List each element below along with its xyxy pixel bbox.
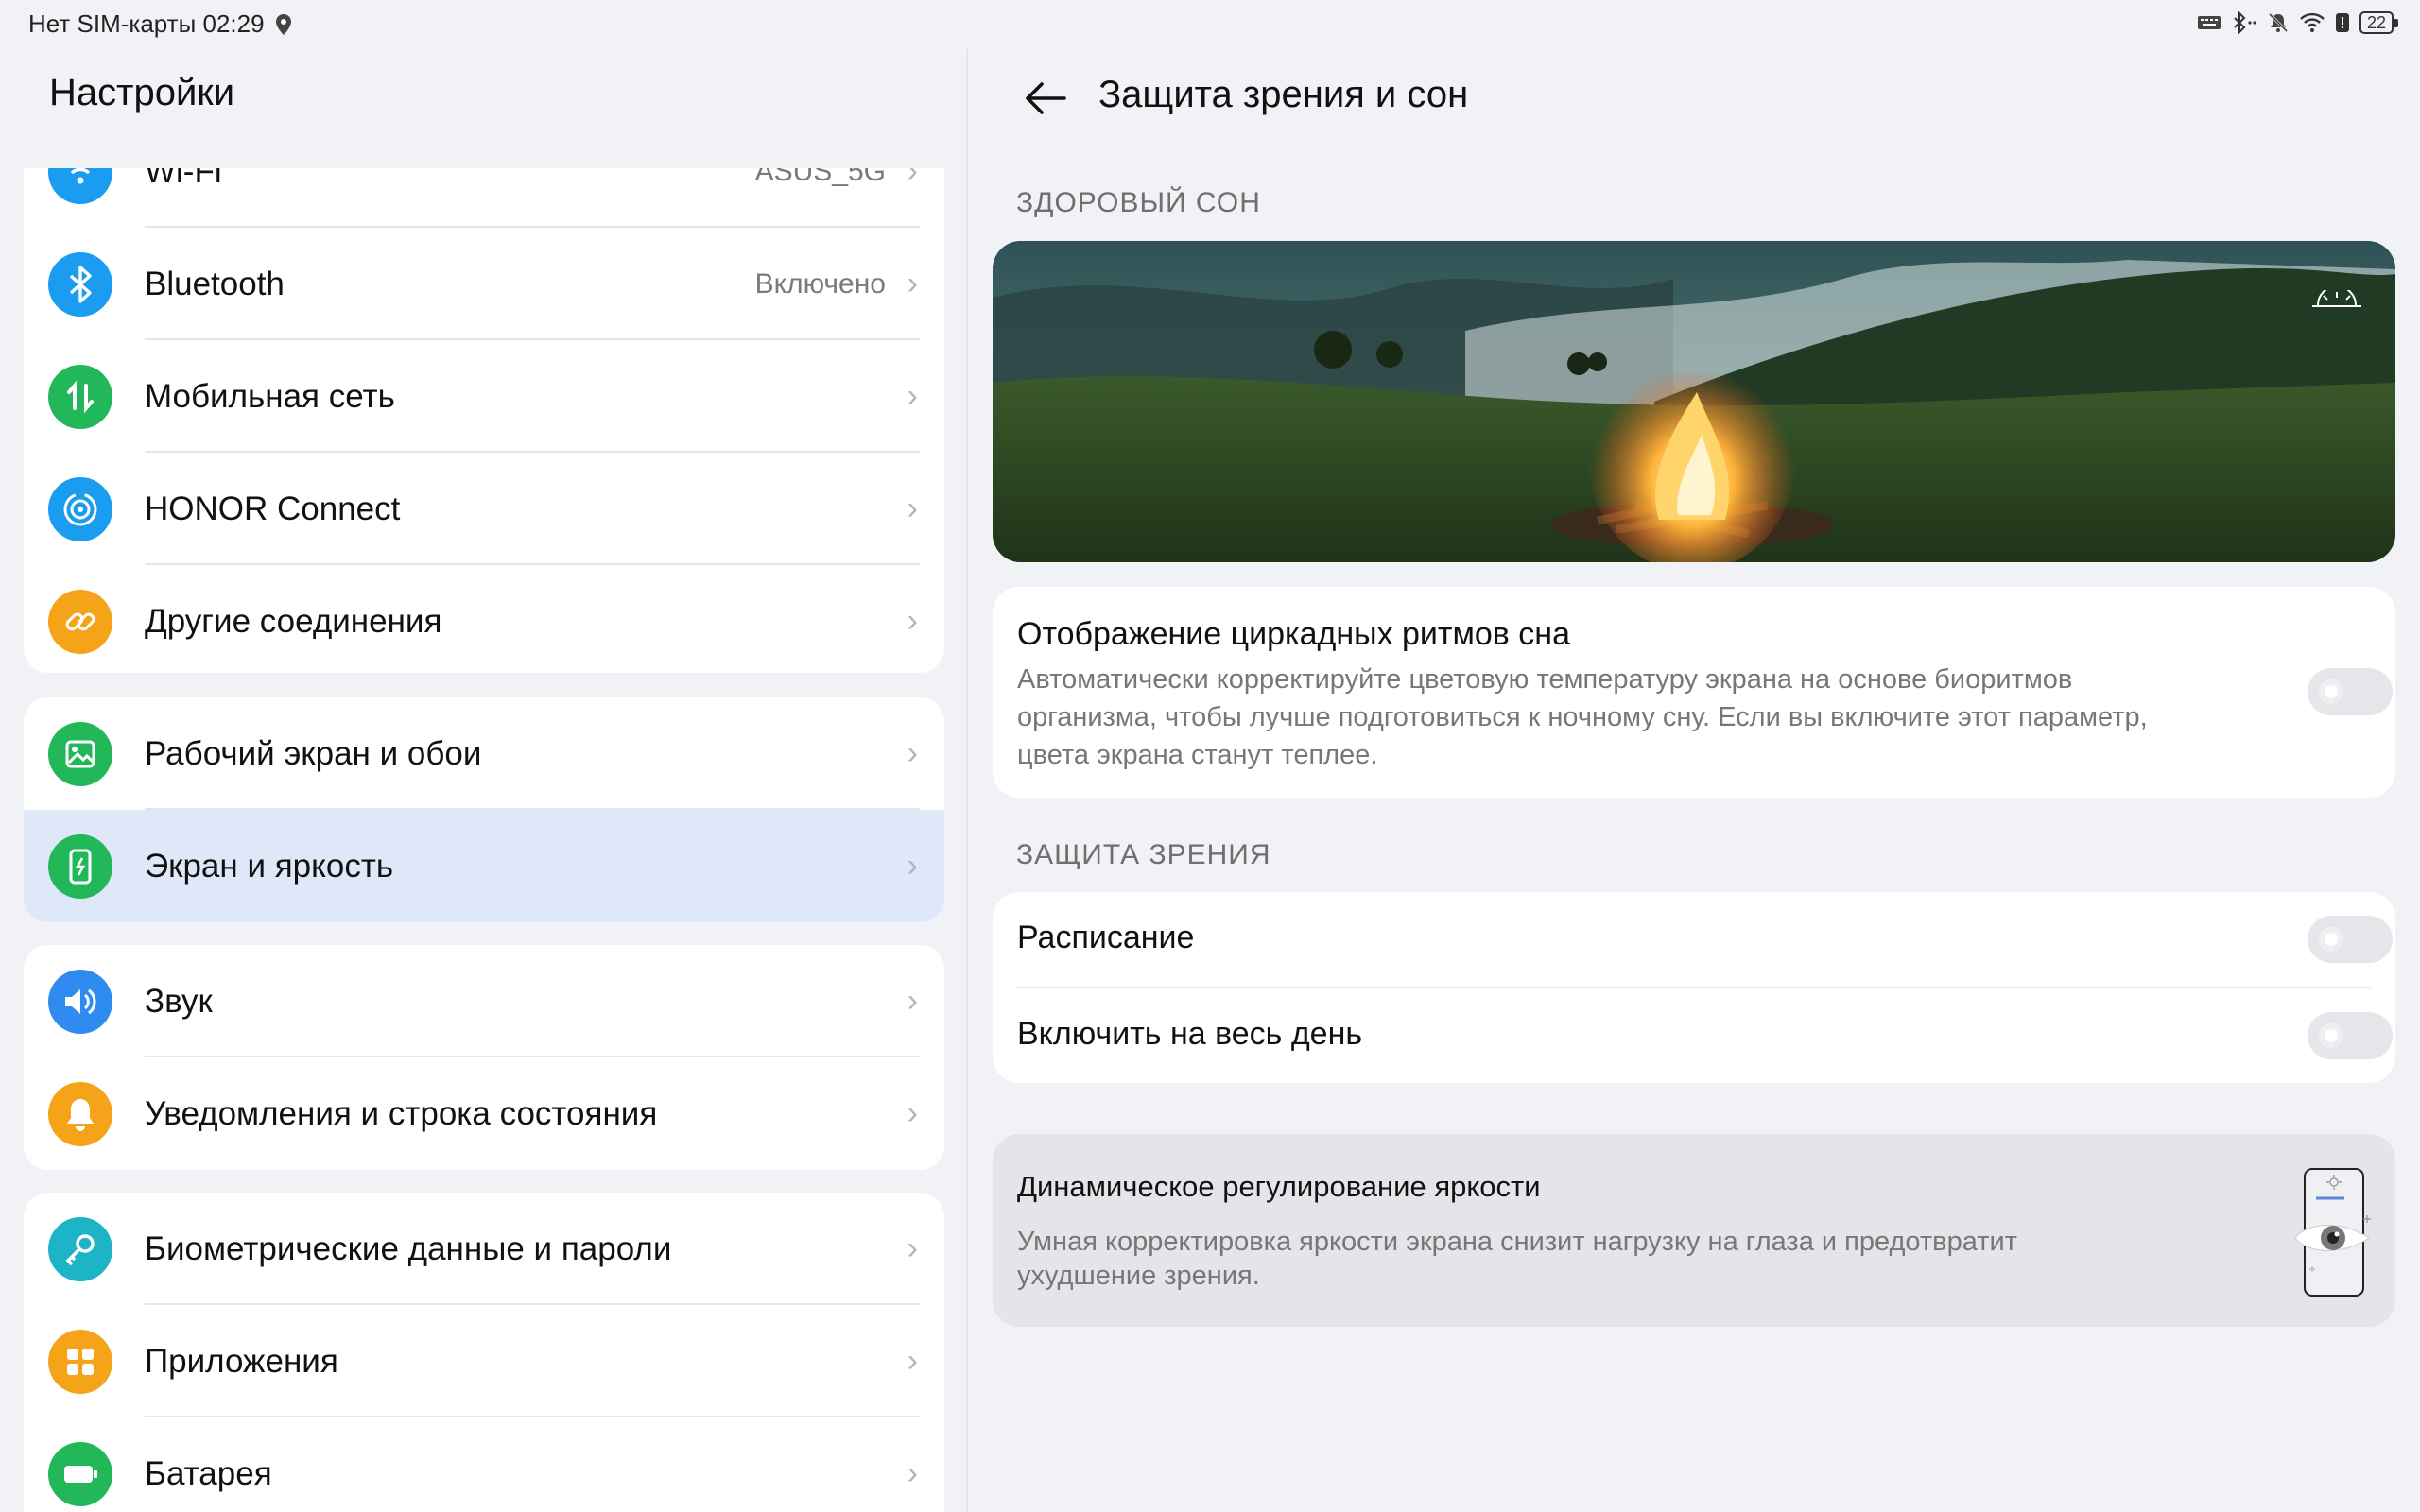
sidebar-item-biometrics[interactable]: Биометрические данные и пароли › (24, 1193, 944, 1305)
sidebar-item-wallpaper[interactable]: Рабочий экран и обои › (24, 697, 944, 810)
honor-connect-icon (48, 477, 112, 541)
all-day-toggle[interactable] (2308, 1012, 2393, 1059)
settings-list-pane: Настройки Wi-Fi ASUS_5G › Bluetooth Вклю… (0, 49, 966, 1512)
schedule-toggle[interactable] (2308, 916, 2393, 963)
schedule-row[interactable]: Расписание (993, 892, 2395, 988)
sleep-banner-image (993, 241, 2395, 562)
sound-icon (48, 970, 112, 1034)
toggle-knob (2324, 684, 2339, 699)
section-header-sleep: ЗДОРОВЫЙ СОН (1016, 187, 1261, 218)
link-icon (48, 590, 112, 654)
battery-level: 22 (2359, 11, 2399, 34)
bell-icon (48, 1082, 112, 1146)
sunset-icon (2312, 290, 2361, 307)
sidebar-item-battery[interactable]: Батарея › (24, 1418, 944, 1512)
chevron-right-icon: › (907, 735, 918, 771)
mute-icon (2268, 12, 2289, 33)
wallpaper-icon (48, 722, 112, 786)
chevron-right-icon: › (907, 490, 918, 526)
bluetooth-icon (48, 252, 112, 317)
sidebar-item-label: Приложения (145, 1342, 338, 1380)
keyboard-icon (2197, 16, 2221, 29)
chevron-right-icon: › (907, 1343, 918, 1379)
sidebar-item-label: Уведомления и строка состояния (145, 1094, 658, 1132)
wifi-settings-icon (48, 168, 112, 204)
circadian-rhythm-card[interactable]: Отображение циркадных ритмов сна Автомат… (993, 587, 2395, 798)
sidebar-item-label: Батарея (145, 1454, 272, 1492)
sidebar-item-notifications[interactable]: Уведомления и строка состояния › (24, 1057, 944, 1170)
sidebar-item-label: Другие соединения (145, 602, 442, 640)
battery-icon (48, 1442, 112, 1506)
alert-icon (2335, 13, 2349, 32)
schedule-label: Расписание (1017, 919, 1195, 955)
chevron-right-icon: › (907, 983, 918, 1019)
settings-group-sound: Звук › Уведомления и строка состояния › (24, 945, 944, 1170)
dynamic-description: Умная корректировка яркости экрана снизи… (1017, 1225, 2017, 1293)
dynamic-brightness-card[interactable]: Динамическое регулирование яркости Умная… (993, 1134, 2395, 1327)
sidebar-item-display-brightness[interactable]: Экран и яркость › (24, 810, 944, 922)
description-line: ухудшение зрения. (1017, 1261, 1260, 1291)
all-day-label: Включить на весь день (1017, 1016, 1363, 1052)
page-title: Настройки (49, 72, 235, 113)
toggle-knob (2324, 1028, 2339, 1043)
detail-pane: Защита зрения и сон ЗДОРОВЫЙ СОН Отображ… (968, 49, 2420, 1512)
bluetooth-status-icon (2234, 11, 2256, 34)
chevron-right-icon: › (907, 603, 918, 639)
chevron-right-icon: › (907, 168, 918, 189)
toggle-knob (2324, 932, 2339, 947)
sidebar-item-apps[interactable]: Приложения › (24, 1305, 944, 1418)
wifi-icon (2300, 12, 2325, 32)
sidebar-item-other-connections[interactable]: Другие соединения › (24, 565, 944, 673)
sidebar-item-label: Звук (145, 982, 213, 1020)
settings-list[interactable]: Wi-Fi ASUS_5G › Bluetooth Включено › Моб… (0, 168, 966, 1512)
sidebar-item-label: Биометрические данные и пароли (145, 1229, 672, 1267)
display-brightness-icon (48, 834, 112, 899)
sidebar-item-honor-connect[interactable]: HONOR Connect › (24, 453, 944, 565)
sidebar-item-value: Включено (754, 267, 886, 300)
sidebar-item-label: Мобильная сеть (145, 377, 395, 415)
settings-group-display: Рабочий экран и обои › Экран и яркость › (24, 697, 944, 922)
circadian-description: Автоматически корректируйте цветовую тем… (1017, 661, 2148, 774)
description-line: цвета экрана станут теплее. (1017, 740, 1378, 770)
sidebar-item-bluetooth[interactable]: Bluetooth Включено › (24, 228, 944, 340)
description-line: Автоматически корректируйте цветовую тем… (1017, 664, 2073, 695)
eye-phone-icon (2294, 1168, 2371, 1297)
description-line: организма, чтобы лучше подготовиться к н… (1017, 702, 2148, 732)
status-text: Нет SIM-карты 02:29 (28, 9, 265, 38)
status-bar: Нет SIM-карты 02:29 22 (0, 0, 2420, 49)
chevron-right-icon: › (907, 1095, 918, 1131)
chevron-right-icon: › (907, 378, 918, 414)
sidebar-item-label: Экран и яркость (145, 847, 394, 885)
location-icon (275, 13, 291, 35)
sidebar-item-label: Wi-Fi (145, 168, 222, 190)
sidebar-item-value: ASUS_5G (754, 168, 886, 187)
key-icon (48, 1217, 112, 1281)
apps-icon (48, 1330, 112, 1394)
chevron-right-icon: › (907, 266, 918, 301)
eye-protection-card: Расписание Включить на весь день (993, 892, 2395, 1083)
mobile-network-icon (48, 365, 112, 429)
arrow-left-icon (1026, 82, 1066, 114)
settings-group-connections: Wi-Fi ASUS_5G › Bluetooth Включено › Моб… (24, 168, 944, 673)
sidebar-item-label: HONOR Connect (145, 490, 401, 527)
back-button[interactable] (1017, 70, 1074, 127)
chevron-right-icon: › (907, 1230, 918, 1266)
sidebar-item-label: Рабочий экран и обои (145, 734, 482, 772)
chevron-right-icon: › (907, 1455, 918, 1491)
page-title: Защита зрения и сон (1098, 74, 1469, 115)
section-header-eye: ЗАЩИТА ЗРЕНИЯ (1016, 839, 1271, 870)
circadian-title: Отображение циркадных ритмов сна (1017, 616, 1570, 652)
settings-group-security: Биометрические данные и пароли › Приложе… (24, 1193, 944, 1512)
dynamic-title: Динамическое регулирование яркости (1017, 1170, 1541, 1203)
sidebar-item-sound[interactable]: Звук › (24, 945, 944, 1057)
circadian-toggle[interactable] (2308, 668, 2393, 715)
sidebar-item-mobile-network[interactable]: Мобильная сеть › (24, 340, 944, 453)
description-line: Умная корректировка яркости экрана снизи… (1017, 1227, 2017, 1257)
sidebar-item-label: Bluetooth (145, 265, 285, 302)
sidebar-item-wifi[interactable]: Wi-Fi ASUS_5G › (24, 168, 944, 228)
all-day-row[interactable]: Включить на весь день (993, 988, 2395, 1083)
chevron-right-icon: › (907, 848, 918, 884)
